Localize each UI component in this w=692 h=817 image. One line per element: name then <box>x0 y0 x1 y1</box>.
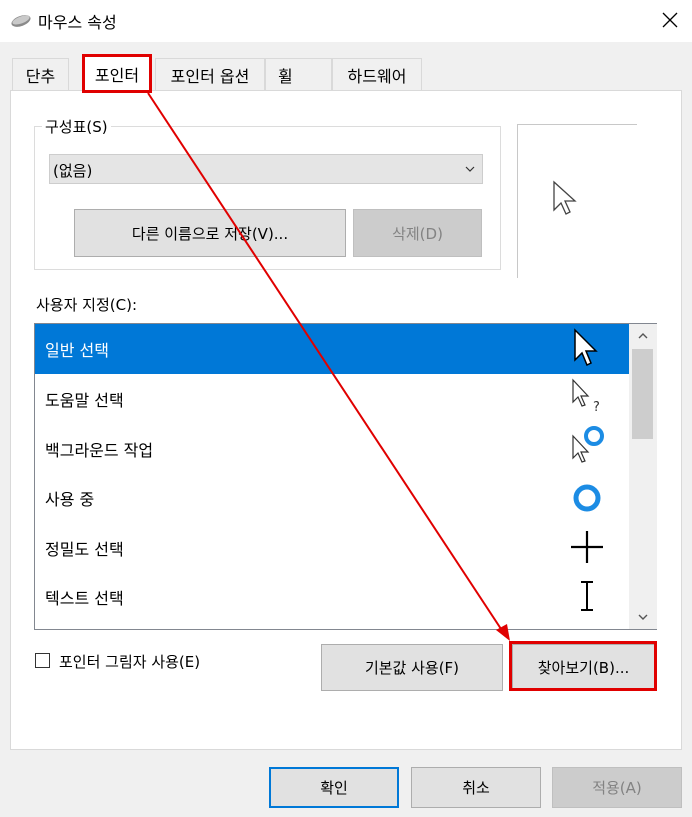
help-pointer-icon: ? <box>572 378 600 415</box>
tab-wheel[interactable]: 휠 <box>265 58 332 91</box>
highlight-box-browse <box>509 641 657 691</box>
tab-label: 단추 <box>25 67 56 86</box>
shadow-label: 포인터 그림자 사용(E) <box>59 653 201 671</box>
shadow-checkbox[interactable] <box>35 653 50 668</box>
list-item[interactable]: 백그라운드 작업 <box>35 424 630 474</box>
ok-label: 확인 <box>320 779 348 797</box>
list-item-label: 일반 선택 <box>45 341 109 360</box>
highlight-box-pointers-tab <box>82 54 152 93</box>
tab-label: 하드웨어 <box>347 67 407 86</box>
use-default-button[interactable]: 기본값 사용(F) <box>321 644 503 691</box>
list-item[interactable]: 정밀도 선택 <box>35 523 630 573</box>
close-icon <box>662 12 678 28</box>
list-item-label: 텍스트 선택 <box>45 589 124 608</box>
window-title: 마우스 속성 <box>38 13 117 32</box>
working-in-background-icon <box>572 426 604 463</box>
cancel-button[interactable]: 취소 <box>411 767 541 808</box>
tab-buttons[interactable]: 단추 <box>12 58 69 91</box>
scheme-value: (없음) <box>53 162 93 180</box>
pointer-list[interactable]: 일반 선택 도움말 선택 백그라운드 작업 사용 중 정밀도 선택 텍스트 선택… <box>34 323 657 630</box>
list-item-label: 도움말 선택 <box>45 391 124 410</box>
save-as-label: 다른 이름으로 저장(V)... <box>131 224 289 243</box>
list-item[interactable]: 사용 중 <box>35 473 630 523</box>
list-item-label: 사용 중 <box>45 490 95 509</box>
delete-label: 삭제(D) <box>392 224 443 243</box>
arrow-pointer-icon <box>574 328 598 367</box>
tab-hardware[interactable]: 하드웨어 <box>332 58 422 91</box>
list-item[interactable]: 일반 선택 <box>35 324 630 374</box>
list-item-label: 정밀도 선택 <box>45 540 124 559</box>
text-beam-icon <box>581 581 593 611</box>
list-item[interactable]: 도움말 선택 <box>35 374 630 424</box>
chevron-down-icon <box>465 166 475 172</box>
tab-label: 포인터 옵션 <box>170 67 250 86</box>
use-default-label: 기본값 사용(F) <box>364 659 460 677</box>
tab-label: 휠 <box>278 67 293 86</box>
save-as-button[interactable]: 다른 이름으로 저장(V)... <box>74 209 346 257</box>
customize-label: 사용자 지정(C): <box>36 296 137 314</box>
busy-ring-icon <box>573 484 601 512</box>
scroll-down-icon[interactable] <box>637 612 649 622</box>
mouse-icon <box>11 15 31 27</box>
apply-label: 적용(A) <box>592 779 642 797</box>
list-item[interactable]: 텍스트 선택 <box>35 572 630 622</box>
list-item-label: 백그라운드 작업 <box>45 441 154 460</box>
delete-button[interactable]: 삭제(D) <box>353 209 482 257</box>
arrow-pointer-preview-icon <box>553 180 577 215</box>
cancel-label: 취소 <box>462 779 490 797</box>
apply-button[interactable]: 적용(A) <box>552 767 682 808</box>
ok-button[interactable]: 확인 <box>269 767 399 808</box>
scheme-dropdown[interactable] <box>49 154 483 184</box>
svg-text:?: ? <box>593 400 600 415</box>
scroll-up-icon[interactable] <box>637 331 649 341</box>
tab-pointer-options[interactable]: 포인터 옵션 <box>155 58 265 91</box>
scheme-label: 구성표(S) <box>42 116 111 137</box>
crosshair-icon <box>571 531 603 563</box>
close-button[interactable] <box>648 0 692 40</box>
scrollbar-thumb[interactable] <box>632 349 653 439</box>
